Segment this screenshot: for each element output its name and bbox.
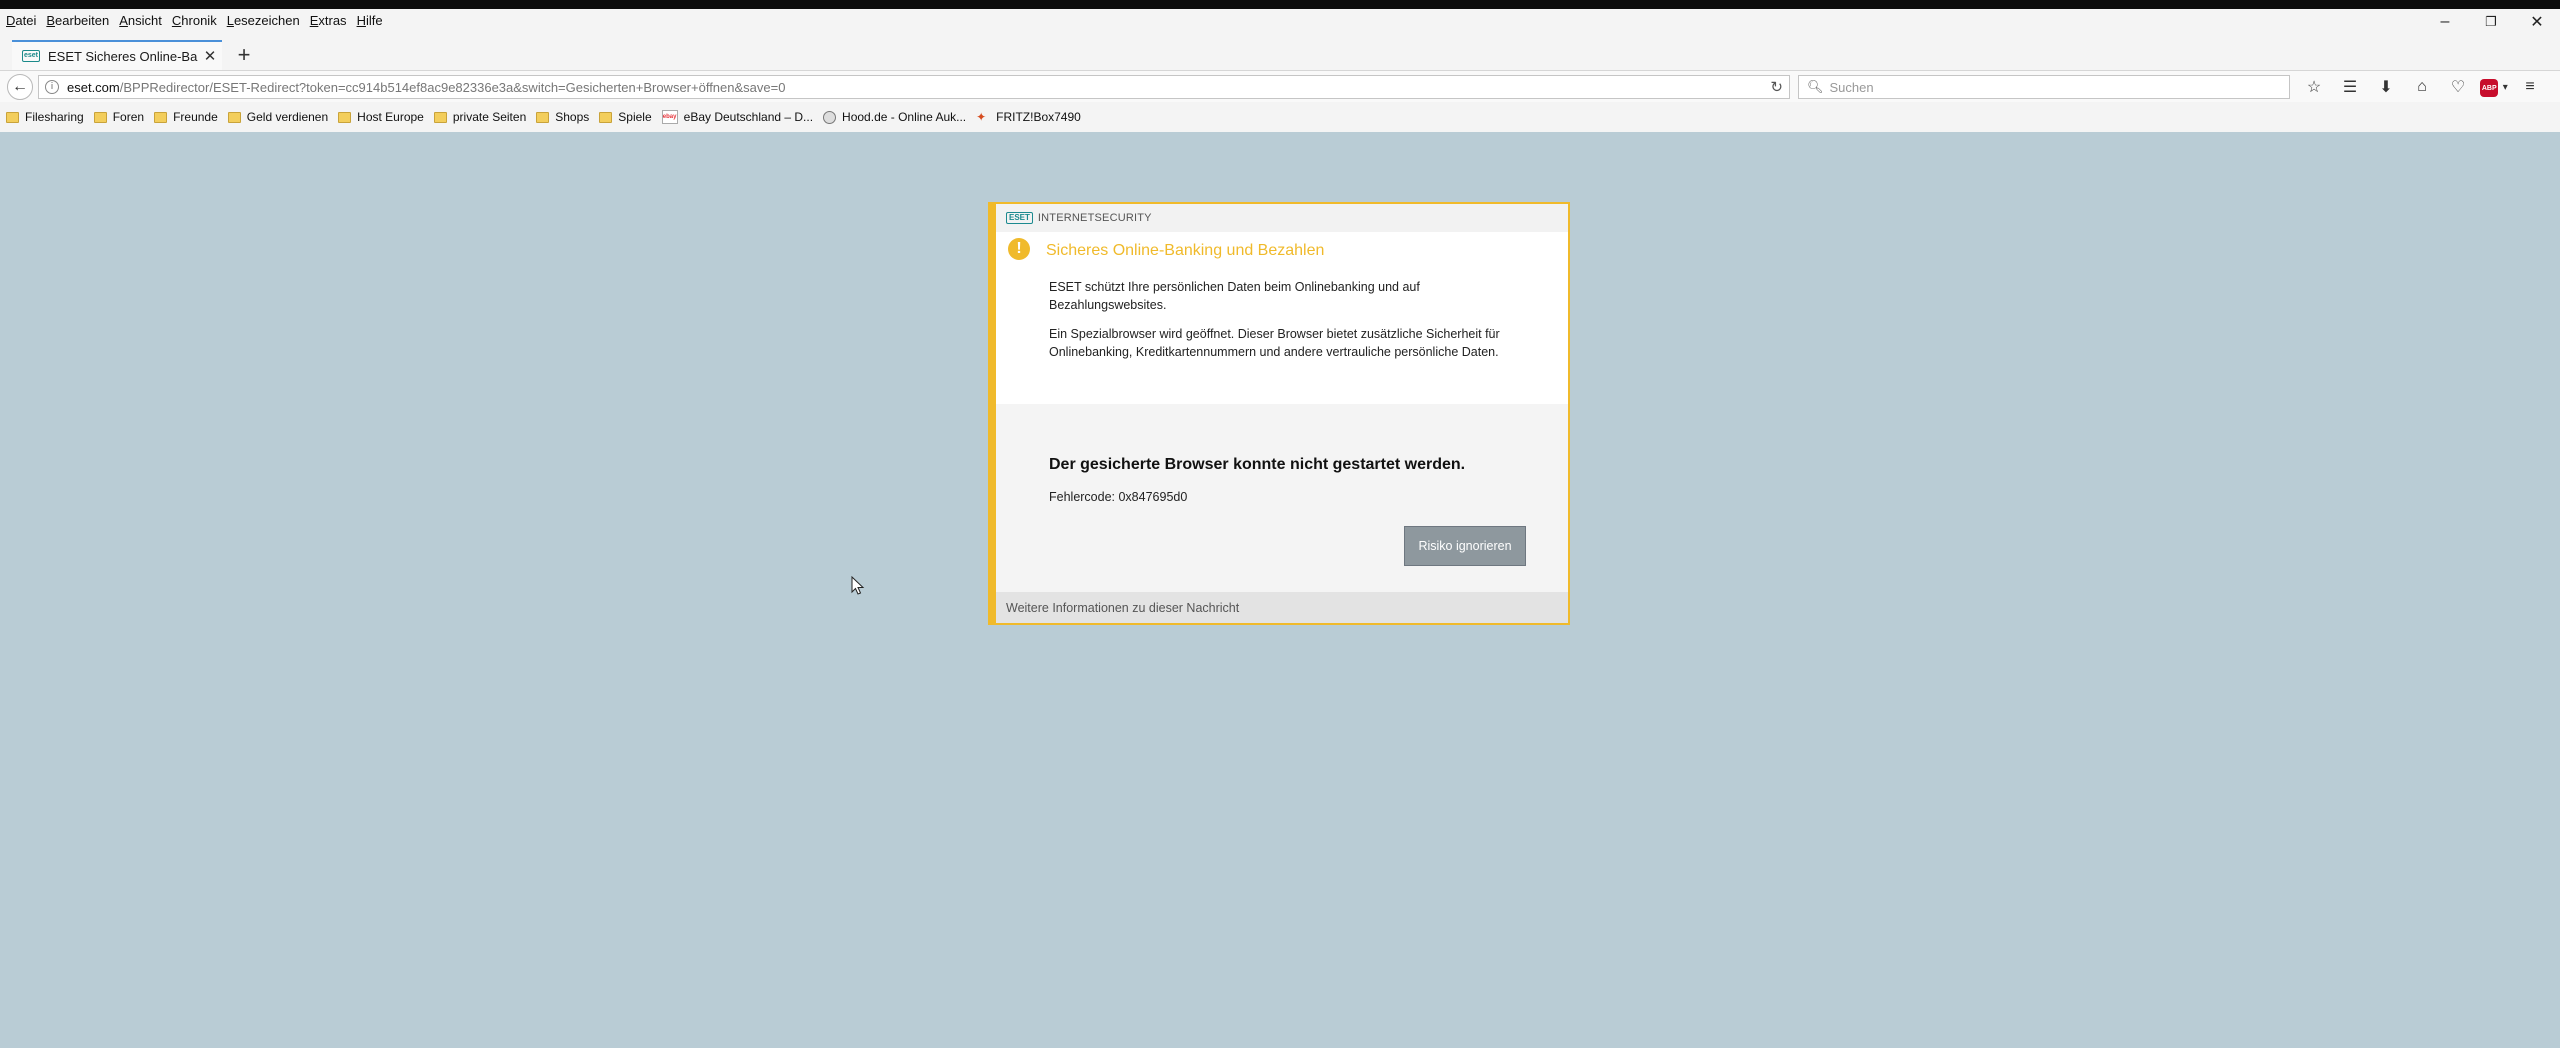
- bookmark-shops[interactable]: Shops: [536, 110, 589, 124]
- bookmark-private-seiten[interactable]: private Seiten: [433, 110, 526, 124]
- bookmarks-bar: Filesharing Foren Freunde Geld verdienen…: [0, 102, 2560, 132]
- bookmark-fritzbox[interactable]: ✦ FRITZ!Box7490: [976, 110, 1081, 124]
- info-icon[interactable]: i: [45, 80, 59, 94]
- menu-datei[interactable]: Datei: [6, 13, 36, 28]
- ebay-icon: ebay: [661, 110, 678, 124]
- dialog-title: Sicheres Online-Banking und Bezahlen: [1046, 242, 1325, 259]
- menu-chronik[interactable]: Chronik: [172, 13, 217, 28]
- bookmark-filesharing[interactable]: Filesharing: [6, 110, 84, 124]
- bookmark-spiele[interactable]: Spiele: [599, 110, 652, 124]
- title-strip: [0, 0, 2560, 9]
- browser-chrome: Datei Bearbeiten Ansicht Chronik Lesezei…: [0, 9, 2560, 132]
- bookmark-foren[interactable]: Foren: [93, 110, 144, 124]
- search-input[interactable]: 🔍︎ Suchen: [1798, 75, 2290, 99]
- search-placeholder: Suchen: [1829, 79, 1874, 95]
- bookmark-star-icon[interactable]: ☆: [2296, 77, 2332, 97]
- toolbar-icons: ☆ ☰ ⬇ ⌂ ♡ ABP ▾ ≡: [2296, 71, 2548, 103]
- adblock-icon[interactable]: ABP ▾: [2476, 77, 2512, 98]
- dialog-header: ESET INTERNETSECURITY: [996, 204, 1568, 232]
- bookmark-host-europe[interactable]: Host Europe: [338, 110, 424, 124]
- arrow-left-icon: ←: [12, 78, 28, 95]
- back-button[interactable]: ←: [7, 74, 33, 100]
- menu-ansicht[interactable]: Ansicht: [119, 13, 162, 28]
- menu-lesezeichen[interactable]: Lesezeichen: [227, 13, 300, 28]
- error-section: Der gesicherte Browser konnte nicht gest…: [996, 404, 1568, 594]
- home-icon[interactable]: ⌂: [2404, 78, 2440, 96]
- more-info-link[interactable]: Weitere Informationen zu dieser Nachrich…: [996, 592, 1568, 623]
- tab-title: ESET Sicheres Online-Ban...: [48, 48, 198, 64]
- hood-icon: [823, 110, 837, 124]
- dialog-body: ESET schützt Ihre persönlichen Daten bei…: [996, 266, 1568, 392]
- menu-bearbeiten[interactable]: Bearbeiten: [46, 13, 109, 28]
- folder-icon: [599, 111, 613, 123]
- product-name: INTERNETSECURITY: [1037, 212, 1152, 224]
- bookmark-geld-verdienen[interactable]: Geld verdienen: [227, 110, 328, 124]
- folder-icon: [6, 111, 19, 123]
- folder-icon: [227, 111, 241, 123]
- hamburger-menu-icon[interactable]: ≡: [2512, 78, 2548, 96]
- bookmarks-list-icon[interactable]: ☰: [2332, 77, 2368, 97]
- folder-icon: [338, 111, 352, 123]
- new-tab-button[interactable]: +: [232, 43, 256, 67]
- restore-button[interactable]: ❐: [2468, 9, 2514, 35]
- bookmark-freunde[interactable]: Freunde: [154, 110, 218, 124]
- tab-eset[interactable]: eset ESET Sicheres Online-Ban... ✕: [12, 40, 222, 70]
- tab-close-icon[interactable]: ✕: [198, 47, 222, 65]
- dialog-paragraph-2: Ein Spezialbrowser wird geöffnet. Dieser…: [1049, 327, 1500, 359]
- window-controls: – ❐ ✕: [2422, 9, 2560, 35]
- pocket-icon[interactable]: ♡: [2440, 77, 2476, 97]
- eset-favicon: eset: [22, 50, 40, 62]
- fritz-icon: ✦: [976, 110, 987, 124]
- minimize-button[interactable]: –: [2422, 9, 2468, 35]
- eset-warning-dialog: ESET INTERNETSECURITY ! Sicheres Online-…: [988, 202, 1570, 625]
- close-window-button[interactable]: ✕: [2514, 9, 2560, 35]
- eset-logo: ESET: [1006, 212, 1033, 224]
- minimize-icon: –: [2440, 13, 2450, 30]
- bookmark-ebay[interactable]: ebay eBay Deutschland – D...: [661, 110, 813, 124]
- search-icon: 🔍︎: [1807, 79, 1824, 94]
- url-path: /BPPRedirector/ESET-Redirect?token=cc914…: [119, 79, 786, 95]
- url-domain: eset.com: [67, 79, 120, 95]
- error-code: Fehlercode: 0x847695d0: [1049, 490, 1188, 504]
- bookmark-hood[interactable]: Hood.de - Online Auk...: [823, 110, 966, 124]
- folder-icon: [536, 111, 550, 123]
- error-heading: Der gesicherte Browser konnte nicht gest…: [1049, 456, 1466, 473]
- dialog-paragraph-1: ESET schützt Ihre persönlichen Daten bei…: [1049, 280, 1420, 312]
- plus-icon: +: [237, 42, 251, 67]
- download-icon[interactable]: ⬇: [2368, 77, 2404, 97]
- tab-bar: eset ESET Sicheres Online-Ban... ✕ +: [0, 40, 2560, 70]
- navigation-bar: ← i eset.com /BPPRedirector/ESET-Redirec…: [0, 70, 2560, 103]
- menu-hilfe[interactable]: Hilfe: [357, 13, 383, 28]
- folder-icon: [154, 111, 168, 123]
- warning-icon: !: [1008, 238, 1030, 260]
- folder-icon: [93, 111, 107, 123]
- close-icon: ✕: [2530, 14, 2544, 31]
- reload-icon[interactable]: ↻: [1770, 78, 1783, 96]
- menu-extras[interactable]: Extras: [310, 13, 347, 28]
- restore-icon: ❐: [2485, 14, 2497, 29]
- url-bar[interactable]: i eset.com /BPPRedirector/ESET-Redirect?…: [38, 75, 1790, 99]
- dialog-title-row: ! Sicheres Online-Banking und Bezahlen: [996, 232, 1568, 266]
- ignore-risk-button[interactable]: Risiko ignorieren: [1404, 526, 1526, 566]
- folder-icon: [433, 111, 447, 123]
- menu-bar: Datei Bearbeiten Ansicht Chronik Lesezei…: [0, 9, 393, 31]
- mouse-cursor-icon: [851, 576, 865, 595]
